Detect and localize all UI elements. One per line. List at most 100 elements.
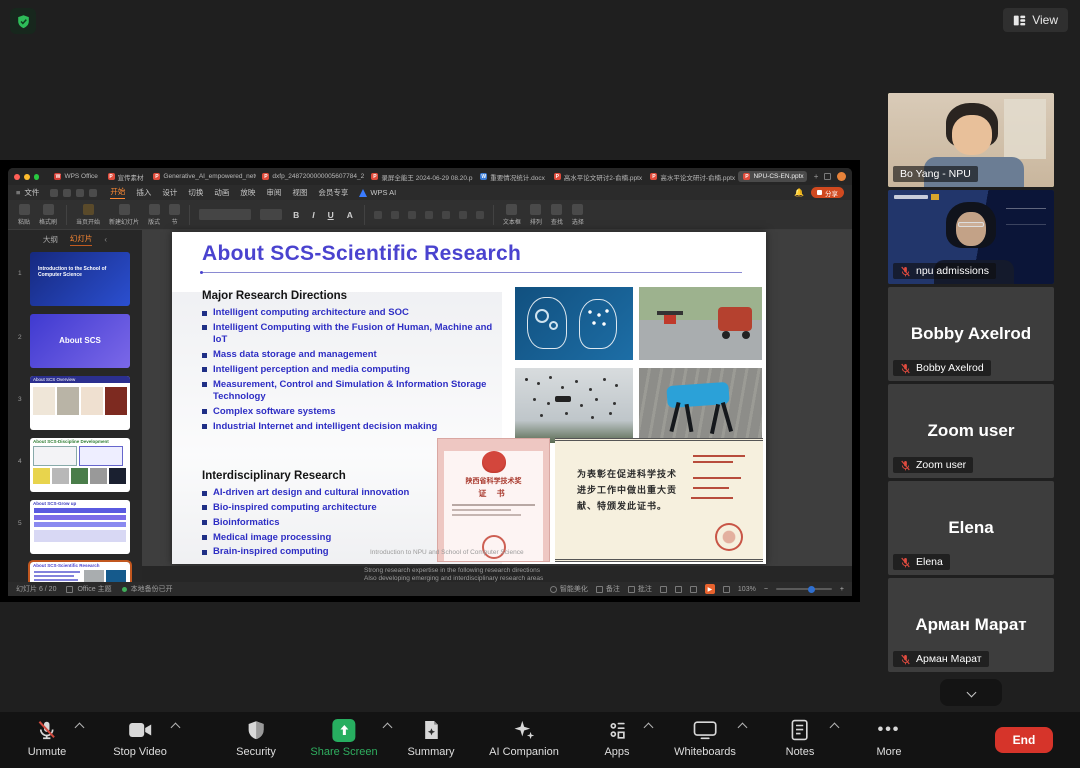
font-name-dropdown[interactable] <box>199 209 251 220</box>
reading-view-icon[interactable] <box>690 586 697 593</box>
ribbon-paste-button[interactable]: 粘贴 <box>18 204 30 226</box>
ribbon-layout-button[interactable]: 版式 <box>148 204 160 226</box>
ribbon-arrange-button[interactable]: 排列 <box>530 204 542 226</box>
underline-button[interactable]: U <box>326 210 336 220</box>
ribbon-textbox-button[interactable]: 文本框 <box>503 204 521 226</box>
menu-review[interactable]: 审阅 <box>266 187 281 198</box>
print-icon[interactable] <box>63 189 71 197</box>
slide-thumbnail-5[interactable]: About SCS-Grow up <box>30 500 130 554</box>
collapse-panel-icon[interactable]: ‹ <box>104 235 107 244</box>
theme-indicator[interactable]: Office 主题 <box>66 584 111 594</box>
ribbon-play-from-page-button[interactable]: 当页开始 <box>76 204 100 226</box>
doc-tab-recording[interactable]: P录屏全能王 2024-06-29 08.20.p <box>366 170 474 184</box>
line-spacing-icon[interactable] <box>425 211 433 219</box>
menu-home[interactable]: 开始 <box>110 186 125 199</box>
ribbon-format-painter-button[interactable]: 格式刷 <box>39 204 57 226</box>
font-color-button[interactable]: A <box>345 210 355 220</box>
participant-tile-arman-marat[interactable]: Арман Марат Арман Марат <box>888 578 1054 672</box>
menu-wps-ai[interactable]: WPS AI <box>370 188 396 197</box>
unmute-button[interactable]: Unmute <box>28 718 67 758</box>
speaker-notes-panel[interactable]: Strong research expertise in the followi… <box>142 566 852 582</box>
align-right-icon[interactable] <box>408 211 416 219</box>
menu-transition[interactable]: 切换 <box>188 187 203 198</box>
zoom-slider-thumb[interactable] <box>808 586 815 593</box>
participants-scroll-down-button[interactable] <box>940 679 1002 706</box>
tab-slides[interactable]: 幻灯片 <box>70 233 93 246</box>
menu-insert[interactable]: 插入 <box>136 187 151 198</box>
zoom-slider[interactable] <box>776 588 832 590</box>
backup-indicator[interactable]: 本地备份已开 <box>122 584 173 594</box>
summary-button[interactable]: Summary <box>407 718 454 758</box>
menu-design[interactable]: 设计 <box>162 187 177 198</box>
participant-tile-npu-admissions[interactable]: npu admissions <box>888 190 1054 284</box>
participant-tile-bobby-axelrod[interactable]: Bobby Axelrod Bobby Axelrod <box>888 287 1054 381</box>
align-left-icon[interactable] <box>374 211 382 219</box>
smart-beautify-button[interactable]: 智能美化 <box>550 584 588 594</box>
slide-sorter-icon[interactable] <box>675 586 682 593</box>
end-meeting-button[interactable]: End <box>995 727 1053 753</box>
new-tab-button[interactable]: + <box>814 172 819 181</box>
slide-thumbnail-3[interactable]: About SCS Overview <box>30 376 130 430</box>
ribbon-find-button[interactable]: 查找 <box>551 204 563 226</box>
participant-tile-bo-yang[interactable]: Bo Yang - NPU <box>888 93 1054 187</box>
slideshow-play-button[interactable]: ▶ <box>705 584 715 594</box>
notification-bell-icon[interactable]: 🔔 <box>794 188 804 197</box>
italic-button[interactable]: I <box>310 210 316 220</box>
participant-tile-elena[interactable]: Elena Elena <box>888 481 1054 575</box>
share-document-badge[interactable]: 分享 <box>811 187 844 198</box>
share-screen-button[interactable]: Share Screen <box>310 718 377 758</box>
zoom-percentage[interactable]: 103% <box>738 586 756 593</box>
tab-outline[interactable]: 大纲 <box>43 234 58 245</box>
doc-tab-npu-cs-en[interactable]: PNPU-CS-EN.pptx <box>738 171 806 182</box>
numbered-list-icon[interactable] <box>442 211 450 219</box>
current-slide[interactable]: About SCS-Scientific Research Major Rese… <box>172 232 766 564</box>
doc-tab-stats-docx[interactable]: W重要情况统计.docx <box>475 170 548 184</box>
doc-tab-wps-office[interactable]: WWPS Office <box>49 171 101 182</box>
macos-close-button[interactable] <box>14 174 20 180</box>
doc-tab-thesis[interactable]: P高水平论文研讨-俞楠.pptx <box>645 170 737 184</box>
normal-view-icon[interactable] <box>660 586 667 593</box>
save-icon[interactable] <box>50 189 58 197</box>
security-button[interactable]: Security <box>236 718 276 758</box>
menu-animation[interactable]: 动画 <box>214 187 229 198</box>
zoom-out-button[interactable]: − <box>764 586 768 593</box>
menu-file[interactable]: 文件 <box>24 187 39 198</box>
participant-tile-zoom-user[interactable]: Zoom user Zoom user <box>888 384 1054 478</box>
slide-thumbnail-1[interactable]: Introduction to the School of Computer S… <box>30 252 130 306</box>
menu-slideshow[interactable]: 放映 <box>240 187 255 198</box>
notes-toggle-button[interactable]: 备注 <box>596 584 620 594</box>
macos-zoom-button[interactable] <box>34 174 40 180</box>
macos-minimize-button[interactable] <box>24 174 30 180</box>
menu-member[interactable]: 会员专享 <box>318 187 348 198</box>
ribbon-section-button[interactable]: 节 <box>169 204 180 226</box>
meeting-security-badge[interactable] <box>10 8 36 34</box>
slide-thumbnail-4[interactable]: About SCS-Discipline Development <box>30 438 130 492</box>
apps-button[interactable]: Apps <box>604 718 629 758</box>
doc-tab-thesis2[interactable]: P高水平论文研讨2-俞楠.pptx <box>549 170 645 184</box>
menu-view[interactable]: 视图 <box>292 187 307 198</box>
stop-video-button[interactable]: Stop Video <box>113 718 167 758</box>
ai-companion-button[interactable]: AI Companion <box>489 718 559 758</box>
slide-thumbnail-2[interactable]: About SCS <box>30 314 130 368</box>
ribbon-select-button[interactable]: 选择 <box>572 204 584 226</box>
bullet-list-icon[interactable] <box>459 211 467 219</box>
fit-slide-icon[interactable] <box>723 586 730 593</box>
doc-tab-generative-ai[interactable]: PGenerative_AI_empowered_netw... <box>148 171 256 182</box>
more-button[interactable]: ••• More <box>876 718 901 758</box>
layout-toggle-icon[interactable] <box>824 173 831 180</box>
comments-toggle-button[interactable]: 批注 <box>628 584 652 594</box>
hamburger-icon[interactable]: ≡ <box>16 188 20 197</box>
font-size-dropdown[interactable] <box>260 209 282 220</box>
whiteboards-button[interactable]: Whiteboards <box>674 718 736 758</box>
doc-tab-dxfp[interactable]: Pdxfp_2487200000005607784_2 <box>257 171 365 182</box>
align-center-icon[interactable] <box>391 211 399 219</box>
undo-icon[interactable] <box>76 189 84 197</box>
notes-button[interactable]: Notes <box>786 718 815 758</box>
account-avatar[interactable] <box>837 172 846 181</box>
zoom-in-button[interactable]: + <box>840 586 844 593</box>
indent-icon[interactable] <box>476 211 484 219</box>
redo-icon[interactable] <box>89 189 97 197</box>
doc-tab-material[interactable]: P宣传素材 <box>103 170 148 184</box>
view-button[interactable]: View <box>1003 8 1068 32</box>
bold-button[interactable]: B <box>291 210 301 220</box>
